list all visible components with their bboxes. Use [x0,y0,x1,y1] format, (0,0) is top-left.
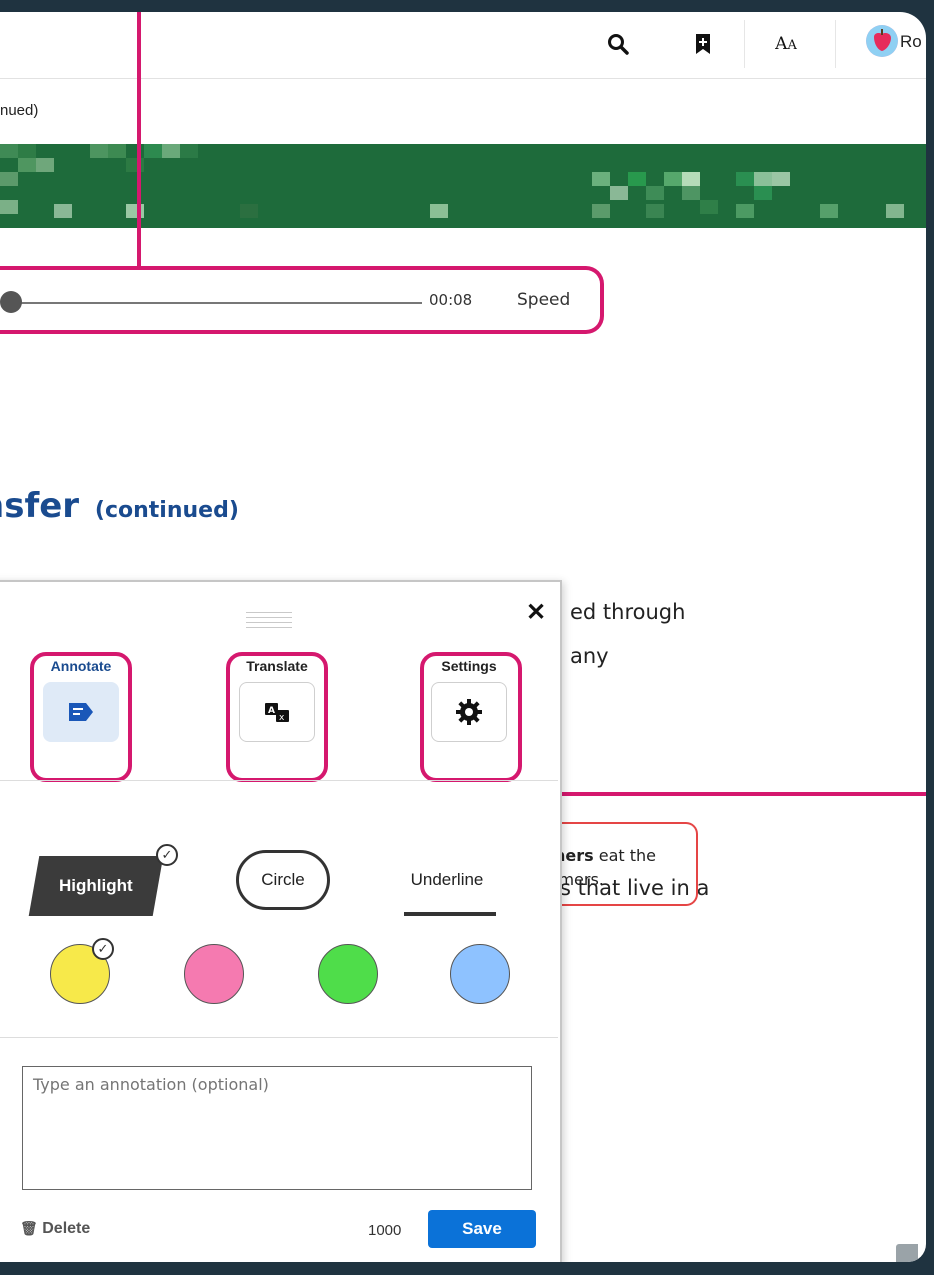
bookmark-add-icon [696,34,710,54]
callout-line [137,12,141,268]
key-text: eat the [593,846,657,865]
selected-check-icon: ✓ [92,938,114,960]
drag-handle[interactable] [246,612,292,632]
callout-highlight [420,652,522,782]
speed-button[interactable]: Speed [517,290,570,310]
audio-time: 00:08 [429,291,473,309]
callout-highlight [30,652,132,782]
annotation-input[interactable] [22,1066,532,1190]
close-button[interactable]: ✕ [526,598,546,627]
text-size-button[interactable]: AA [756,22,816,66]
section-subtitle: (continued) [94,498,239,523]
key-concept-box: ners eat the ımers. [540,822,698,906]
section-title-text: nsfer [0,486,80,526]
circle-style-button[interactable]: Circle [236,850,330,910]
delete-label: Delete [42,1220,91,1237]
audio-player: 00:08 Speed [0,266,604,334]
app-frame: AA Ro nued) 00:08 Speed sfer (continued)… [0,12,926,1262]
underline-style-button[interactable]: Underline [400,870,494,890]
selected-check-icon: ✓ [156,844,178,866]
bookmark-button[interactable] [673,22,733,66]
text-size-icon: AA [775,34,797,54]
body-text-line: ed through [570,600,686,624]
audio-progress-track[interactable] [8,302,422,304]
save-button[interactable]: Save [428,1210,536,1248]
body-text-line: any [570,644,609,668]
user-name[interactable]: Ro [900,32,922,52]
underline-indicator [404,912,496,916]
breadcrumb[interactable]: nued) [0,102,38,119]
color-swatch-pink[interactable] [184,944,244,1004]
color-swatch-green[interactable] [318,944,378,1004]
annotation-panel: ✕ Annotate Translate Ax Settings Highlig… [0,580,562,1262]
character-count: 1000 [368,1222,402,1239]
callout-highlight [226,652,328,782]
color-swatch-blue[interactable] [450,944,510,1004]
trash-icon: 🗑 [20,1220,38,1236]
resize-corner [896,1244,918,1262]
toolbar-divider [835,20,836,68]
toolbar-divider [744,20,745,68]
highlight-style-button[interactable]: Highlight [28,856,164,916]
search-icon [608,34,629,55]
circle-style-label: Circle [261,870,305,889]
audio-progress-handle[interactable] [0,291,22,313]
avatar[interactable] [866,25,898,57]
delete-button[interactable]: 🗑 Delete [20,1220,90,1238]
search-button[interactable] [588,22,648,66]
highlight-style-label: Highlight [59,876,133,895]
section-title: nsfer (continued) [0,486,239,526]
